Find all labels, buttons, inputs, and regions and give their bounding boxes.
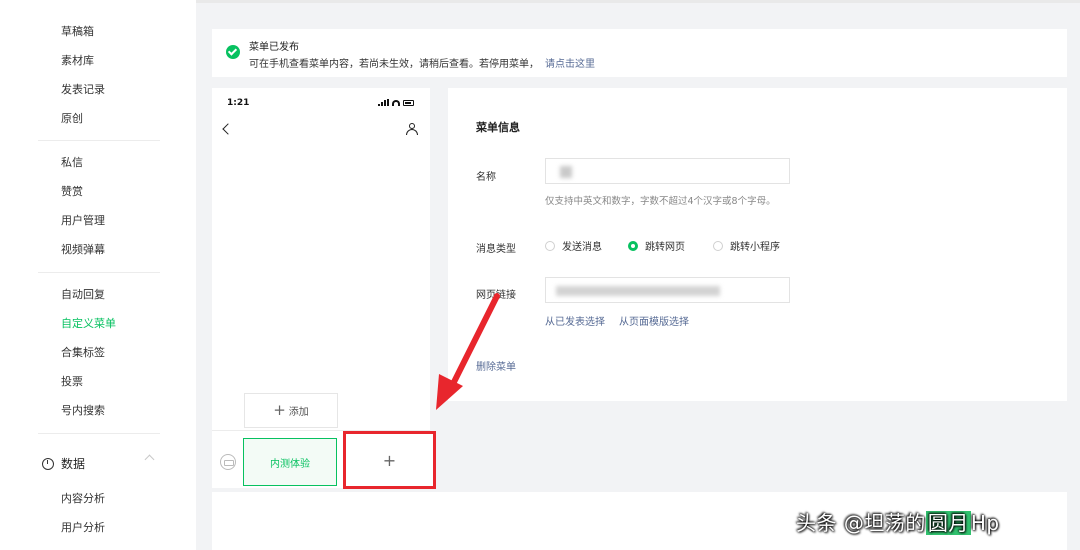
sidebar-divider — [38, 433, 160, 434]
menu-editor-panel: 菜单信息 名称 仅支持中英文和数字，字数不超过4个汉字或8个字母。 消息类型 发… — [448, 88, 1067, 401]
radio-send-message[interactable]: 发送消息 — [545, 238, 602, 253]
watermark-prefix: 头条 @坦荡的 — [796, 511, 926, 535]
notice-text: 可在手机查看菜单内容，若尚未生效，请稍后查看。若停用菜单， — [249, 59, 539, 70]
sidebar-item-rewards[interactable]: 赞赏 — [61, 185, 83, 199]
battery-icon — [403, 100, 414, 106]
radio-label: 发送消息 — [562, 242, 602, 253]
radio-label: 跳转小程序 — [730, 242, 780, 253]
chevron-up-icon[interactable] — [144, 454, 155, 465]
success-check-icon — [226, 45, 240, 59]
signal-icon — [378, 99, 389, 106]
wifi-icon — [392, 100, 400, 106]
menu-item-beta[interactable]: 内测体验 — [243, 438, 337, 486]
annotation-arrow — [436, 293, 500, 410]
message-type-label: 消息类型 — [476, 244, 516, 255]
editor-title: 菜单信息 — [476, 121, 520, 134]
sidebar-item-auto-reply[interactable]: 自动回复 — [61, 288, 105, 302]
add-submenu-button[interactable]: + 添加 — [244, 393, 338, 428]
phone-status-bar — [378, 99, 414, 106]
publish-notice: 菜单已发布 可在手机查看菜单内容，若尚未生效，请稍后查看。若停用菜单， 请点击这里 — [212, 29, 1067, 77]
radio-circle — [713, 240, 723, 251]
name-label: 名称 — [476, 172, 496, 183]
blurred-text — [560, 166, 572, 178]
radio-open-webpage[interactable]: 跳转网页 — [628, 238, 685, 253]
watermark: 头条 @坦荡的 圆月 Hp — [796, 507, 1000, 536]
arrow-head — [436, 374, 463, 410]
keyboard-icon — [220, 454, 236, 470]
radio-label: 跳转网页 — [645, 242, 685, 253]
sidebar-item-user-analysis[interactable]: 用户分析 — [61, 521, 105, 535]
sidebar-divider — [38, 140, 160, 141]
add-submenu-label: 添加 — [288, 407, 309, 418]
sidebar-item-drafts[interactable]: 草稿箱 — [61, 25, 94, 39]
radio-open-mini-program[interactable]: 跳转小程序 — [713, 238, 780, 253]
disable-menu-link[interactable]: 请点击这里 — [545, 59, 595, 70]
sidebar-item-materials[interactable]: 素材库 — [61, 54, 94, 68]
select-from-published-link[interactable]: 从已发表选择 — [545, 313, 605, 328]
select-from-template-link[interactable]: 从页面模版选择 — [619, 313, 689, 328]
arrow-shaft — [447, 293, 500, 393]
name-hint: 仅支持中英文和数字，字数不超过4个汉字或8个字母。 — [545, 196, 776, 207]
notice-message: 可在手机查看菜单内容，若尚未生效，请稍后查看。若停用菜单， 请点击这里 — [249, 55, 595, 70]
phone-preview: 1:21 + 添加 内测体验 + — [212, 88, 436, 489]
notice-title: 菜单已发布 — [249, 42, 299, 53]
sidebar-item-collection-tags[interactable]: 合集标签 — [61, 346, 105, 360]
webpage-url-input[interactable] — [545, 277, 790, 303]
sidebar-item-user-management[interactable]: 用户管理 — [61, 214, 105, 228]
sidebar-item-custom-menu[interactable]: 自定义菜单 — [61, 317, 116, 331]
sidebar-item-publish-records[interactable]: 发表记录 — [61, 83, 105, 97]
sidebar-divider — [38, 272, 160, 273]
sidebar-item-original[interactable]: 原创 — [61, 112, 83, 126]
add-menu-button[interactable]: + — [343, 431, 436, 489]
user-icon — [406, 123, 418, 135]
menu-name-input[interactable] — [545, 158, 790, 184]
radio-circle-selected — [628, 240, 638, 251]
clock-icon — [42, 457, 54, 470]
phone-time: 1:21 — [227, 98, 250, 108]
watermark-suffix: Hp — [970, 511, 1000, 535]
plus-icon: + — [273, 401, 286, 419]
sidebar-item-messages[interactable]: 私信 — [61, 156, 83, 170]
back-chevron-icon — [222, 123, 234, 135]
sidebar-section-label: 数据 — [61, 457, 86, 471]
sidebar-item-video-danmaku[interactable]: 视频弹幕 — [61, 243, 105, 257]
watermark-highlight: 圆月 — [925, 511, 971, 535]
sidebar-item-vote[interactable]: 投票 — [61, 375, 83, 389]
sidebar: 草稿箱 素材库 发表记录 原创 私信 赞赏 用户管理 视频弹幕 自动回复 自定义… — [0, 0, 196, 550]
blurred-text — [556, 286, 720, 296]
sidebar-item-in-account-search[interactable]: 号内搜索 — [61, 404, 105, 418]
sidebar-section-data[interactable]: 数据 — [42, 455, 85, 472]
sidebar-item-content-analysis[interactable]: 内容分析 — [61, 492, 105, 506]
radio-circle — [545, 240, 555, 251]
